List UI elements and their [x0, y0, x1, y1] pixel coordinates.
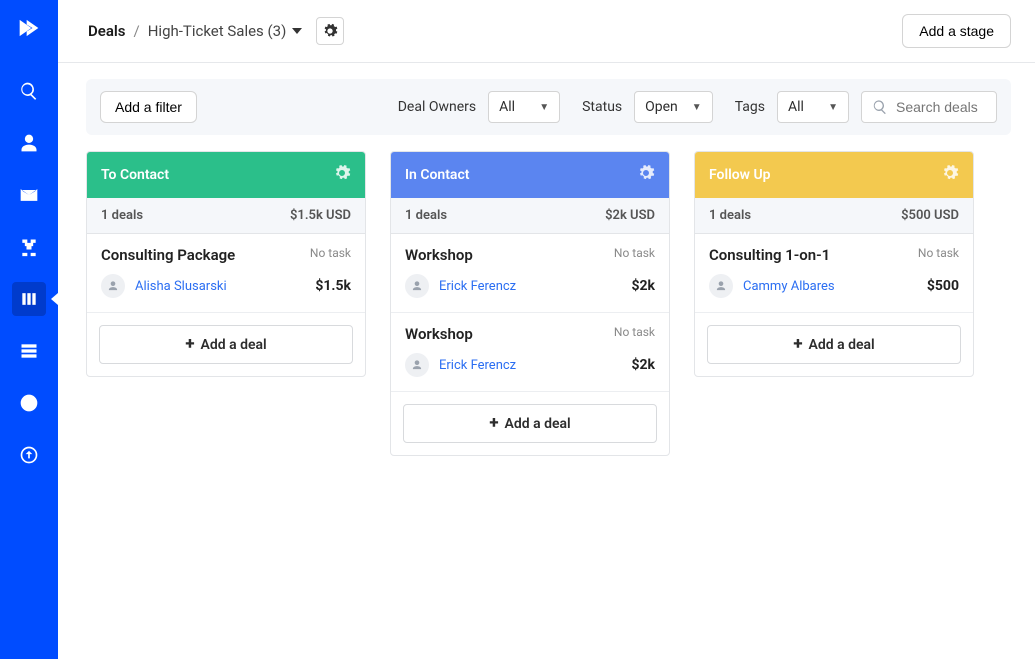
deals-board: To Contact 1 deals $1.5k USD Consulting …	[58, 151, 1035, 456]
stage-settings-button[interactable]	[637, 164, 655, 186]
stage-header: To Contact	[87, 152, 365, 198]
deal-amount: $1.5k	[315, 278, 351, 294]
deal-card[interactable]: Workshop No task Erick Ferencz $2k	[391, 234, 669, 313]
deal-owner-link[interactable]: Erick Ferencz	[439, 279, 516, 294]
contacts-icon[interactable]	[12, 126, 46, 160]
breadcrumb-separator: /	[134, 22, 140, 40]
pipeline-settings-button[interactable]	[316, 17, 344, 45]
campaigns-icon[interactable]	[12, 178, 46, 212]
deal-task-status: No task	[918, 246, 959, 260]
add-deal-button[interactable]: + Add a deal	[403, 404, 657, 443]
stage-deal-count: 1 deals	[709, 208, 751, 223]
deal-owners-label: Deal Owners	[398, 99, 476, 115]
reports-icon[interactable]	[12, 386, 46, 420]
stage-total: $2k USD	[605, 208, 655, 223]
add-deal-label: Add a deal	[201, 337, 267, 353]
deal-card[interactable]: Consulting Package No task Alisha Slusar…	[87, 234, 365, 313]
stage-settings-button[interactable]	[941, 164, 959, 186]
stage-column: In Contact 1 deals $2k USD Workshop No t…	[390, 151, 670, 456]
upload-icon[interactable]	[12, 438, 46, 472]
add-deal-button[interactable]: + Add a deal	[707, 325, 961, 364]
deal-owner: Alisha Slusarski	[101, 274, 227, 298]
deal-task-status: No task	[614, 246, 655, 260]
deal-owner: Erick Ferencz	[405, 274, 516, 298]
plus-icon: +	[489, 415, 498, 432]
app-logo	[15, 14, 43, 46]
stage-header: In Contact	[391, 152, 669, 198]
stage-deal-count: 1 deals	[405, 208, 447, 223]
stage-title: To Contact	[101, 167, 169, 183]
deal-card[interactable]: Consulting 1-on-1 No task Cammy Albares …	[695, 234, 973, 313]
deal-title: Consulting 1-on-1	[709, 246, 830, 264]
search-icon	[872, 99, 888, 115]
plus-icon: +	[793, 336, 802, 353]
deal-title: Workshop	[405, 246, 473, 264]
deal-owner-link[interactable]: Erick Ferencz	[439, 358, 516, 373]
deal-task-status: No task	[614, 325, 655, 339]
stage-header: Follow Up	[695, 152, 973, 198]
add-stage-button[interactable]: Add a stage	[902, 14, 1011, 48]
avatar	[405, 353, 429, 377]
avatar	[405, 274, 429, 298]
stage-title: In Contact	[405, 167, 469, 183]
deal-owner-link[interactable]: Alisha Slusarski	[135, 279, 227, 294]
search-input[interactable]	[896, 99, 986, 115]
lists-icon[interactable]	[12, 334, 46, 368]
automations-icon[interactable]	[12, 230, 46, 264]
deal-owner-link[interactable]: Cammy Albares	[743, 279, 835, 294]
topbar: Deals / High-Ticket Sales (3) Add a stag…	[58, 0, 1035, 63]
avatar	[101, 274, 125, 298]
stage-column: Follow Up 1 deals $500 USD Consulting 1-…	[694, 151, 974, 377]
breadcrumb-root[interactable]: Deals	[88, 22, 126, 40]
deal-task-status: No task	[310, 246, 351, 260]
stage-summary: 1 deals $500 USD	[695, 198, 973, 234]
add-deal-button[interactable]: + Add a deal	[99, 325, 353, 364]
chevron-down-icon	[292, 26, 302, 36]
search-deals-box[interactable]	[861, 91, 997, 123]
sidebar	[0, 0, 58, 659]
tags-label: Tags	[735, 99, 765, 115]
add-deal-label: Add a deal	[809, 337, 875, 353]
stage-column: To Contact 1 deals $1.5k USD Consulting …	[86, 151, 366, 377]
avatar	[709, 274, 733, 298]
status-select[interactable]: Open ▼	[634, 91, 713, 123]
stage-summary: 1 deals $2k USD	[391, 198, 669, 234]
breadcrumb: Deals / High-Ticket Sales (3)	[88, 17, 344, 45]
deal-owner: Cammy Albares	[709, 274, 835, 298]
tags-select[interactable]: All ▼	[777, 91, 849, 123]
main: Deals / High-Ticket Sales (3) Add a stag…	[58, 0, 1035, 659]
deal-owners-select[interactable]: All ▼	[488, 91, 560, 123]
stage-deal-count: 1 deals	[101, 208, 143, 223]
deal-amount: $2k	[631, 278, 655, 294]
deal-owner: Erick Ferencz	[405, 353, 516, 377]
chevron-down-icon: ▼	[828, 102, 838, 113]
stage-title: Follow Up	[709, 167, 771, 183]
stage-total: $1.5k USD	[290, 208, 351, 223]
deal-title: Workshop	[405, 325, 473, 343]
chevron-down-icon: ▼	[539, 102, 549, 113]
search-icon[interactable]	[12, 74, 46, 108]
deals-icon[interactable]	[12, 282, 46, 316]
gear-icon	[322, 23, 338, 39]
deal-amount: $500	[927, 278, 959, 294]
breadcrumb-current: High-Ticket Sales (3)	[148, 22, 287, 40]
add-filter-button[interactable]: Add a filter	[100, 91, 197, 123]
status-label: Status	[582, 99, 622, 115]
stage-settings-button[interactable]	[333, 164, 351, 186]
chevron-down-icon: ▼	[692, 102, 702, 113]
add-deal-label: Add a deal	[505, 416, 571, 432]
deal-title: Consulting Package	[101, 246, 235, 264]
pipeline-switcher[interactable]: High-Ticket Sales (3)	[148, 22, 303, 40]
filter-bar: Add a filter Deal Owners All ▼ Status Op…	[86, 79, 1011, 135]
plus-icon: +	[185, 336, 194, 353]
stage-total: $500 USD	[901, 208, 959, 223]
stage-summary: 1 deals $1.5k USD	[87, 198, 365, 234]
deal-amount: $2k	[631, 357, 655, 373]
deal-card[interactable]: Workshop No task Erick Ferencz $2k	[391, 313, 669, 392]
